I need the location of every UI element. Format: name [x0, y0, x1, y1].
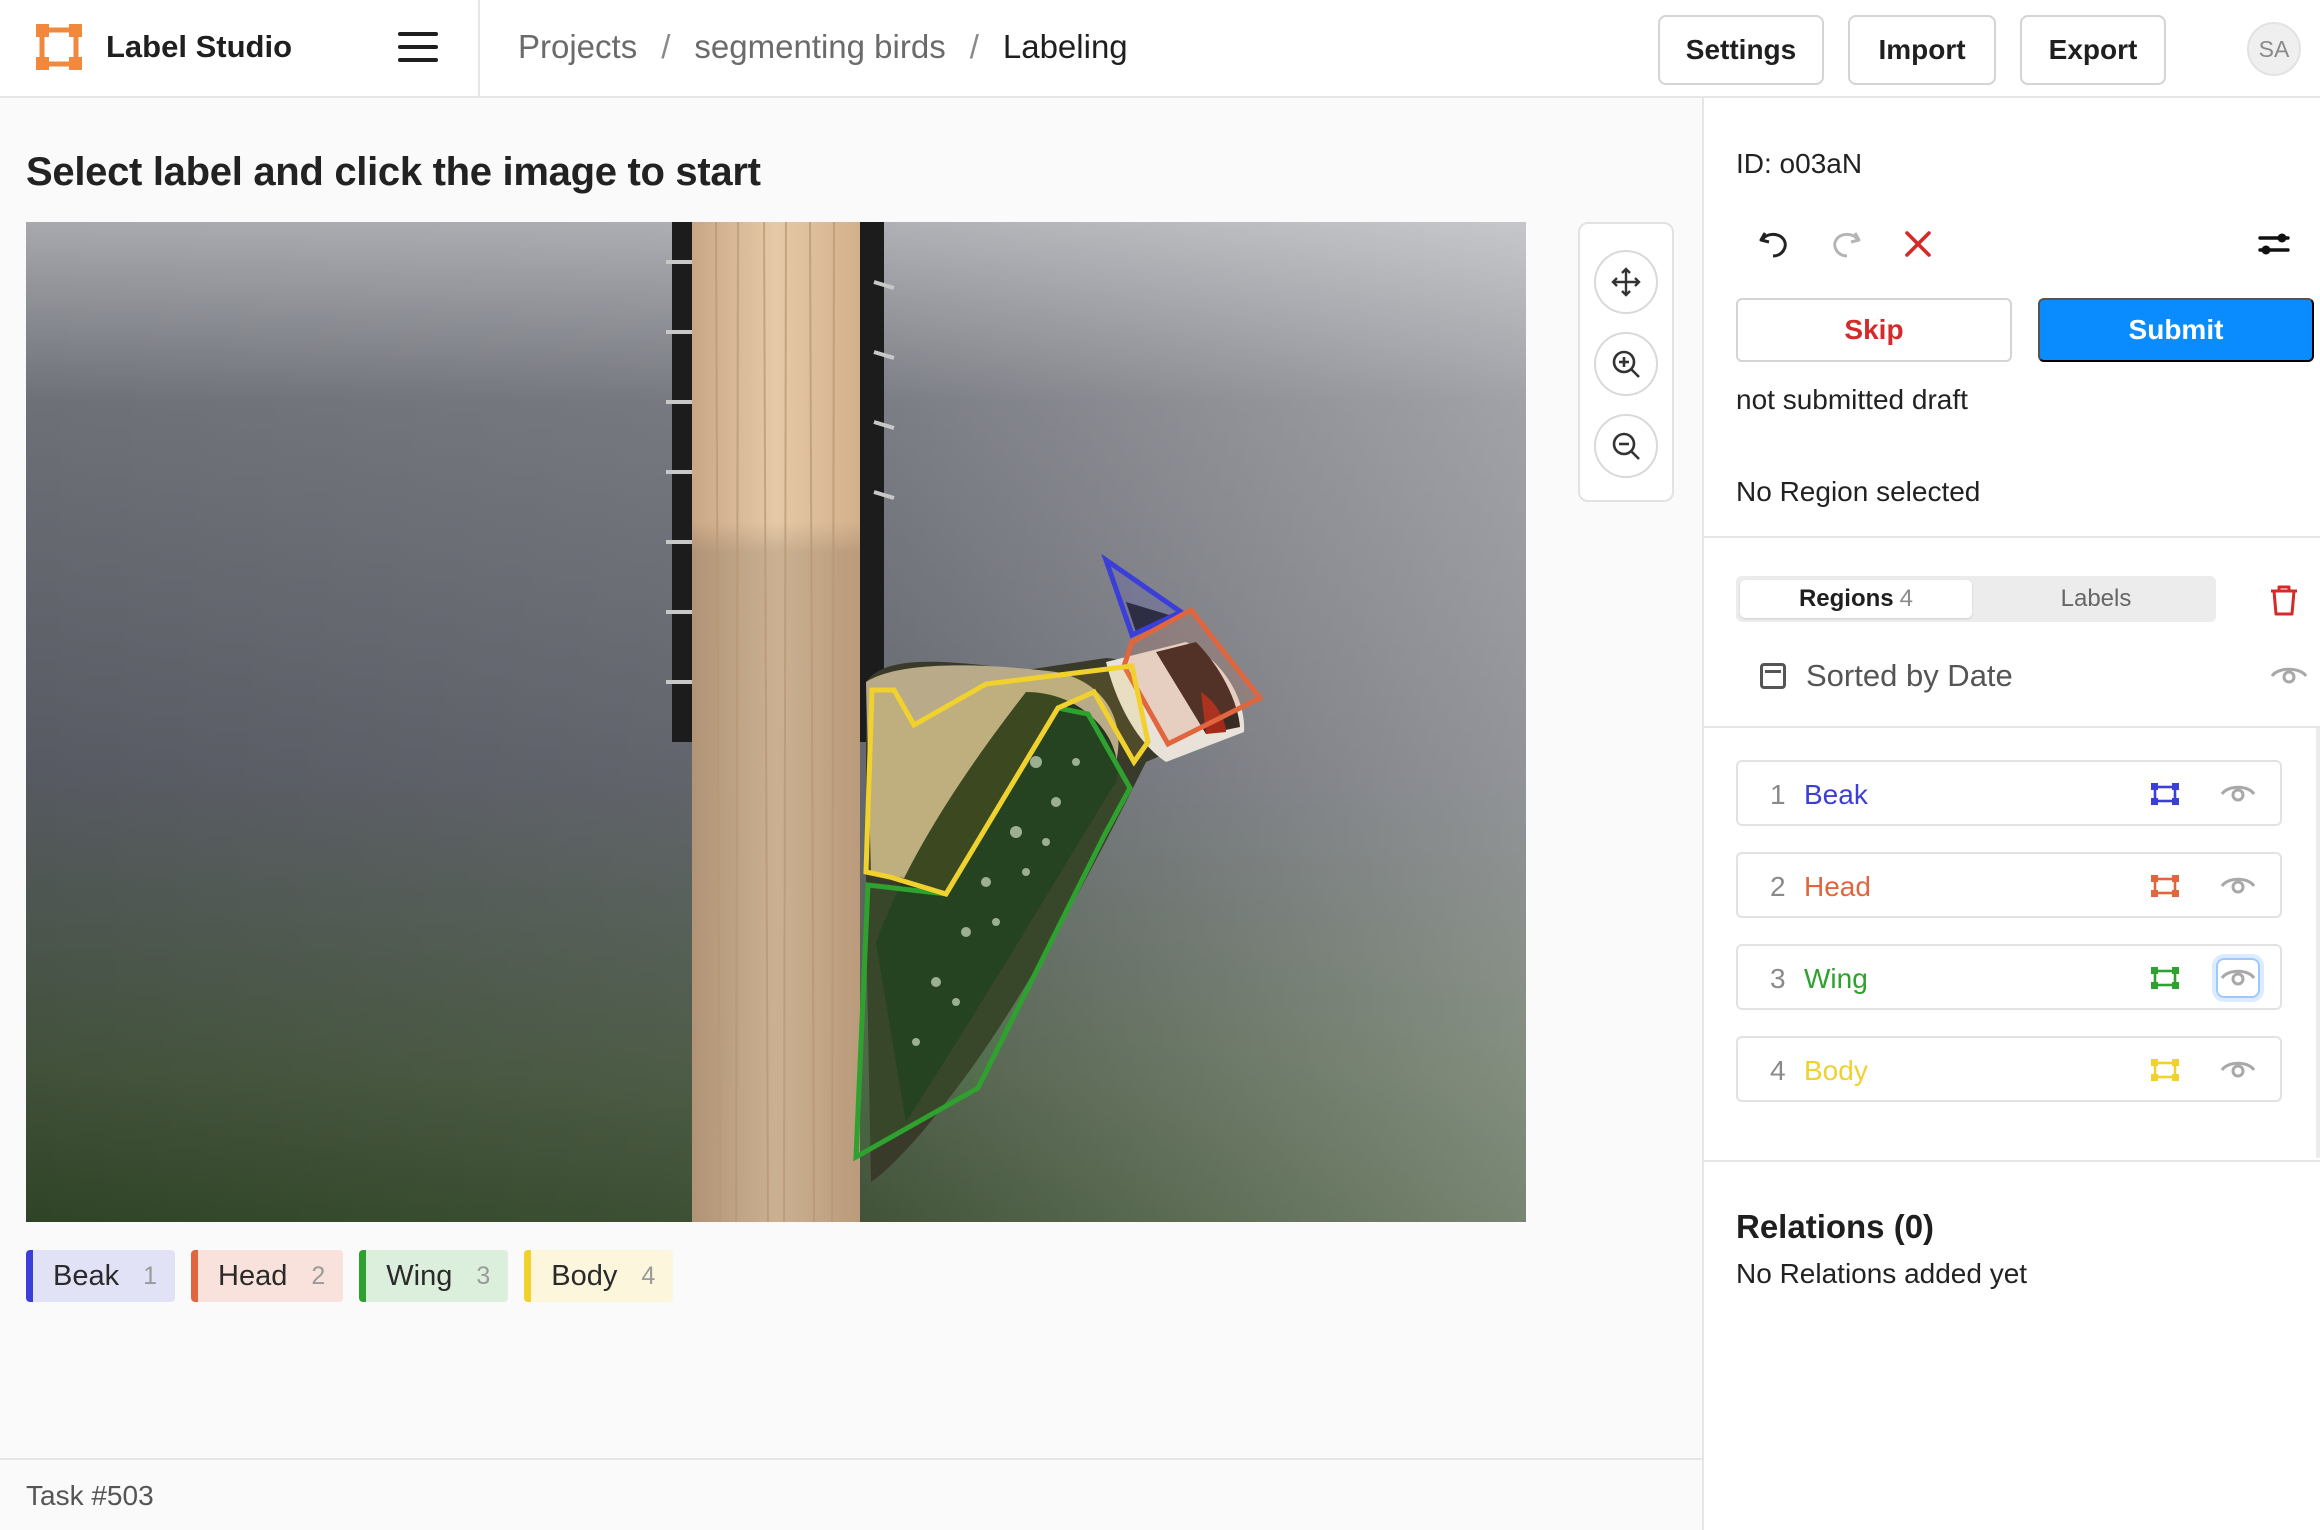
import-button[interactable]: Import	[1848, 15, 1996, 85]
polygon-shape-icon	[2150, 874, 2180, 903]
header-divider	[478, 0, 480, 98]
tab-regions-count: 4	[1899, 585, 1914, 612]
breadcrumb: Projects / segmenting birds / Labeling	[518, 28, 1128, 66]
relations-title: Relations (0)	[1736, 1208, 1935, 1245]
region-item-body[interactable]: 4 Body	[1736, 1036, 2282, 1102]
breadcrumb-separator: /	[661, 28, 671, 65]
redo-icon[interactable]	[1824, 222, 1868, 266]
move-tool-icon[interactable]	[1594, 250, 1658, 314]
region-item-beak[interactable]: 1 Beak	[1736, 760, 2282, 826]
task-footer: Task #503	[0, 1458, 1702, 1530]
delete-all-trash-icon[interactable]	[2266, 582, 2302, 618]
label-chip-name: Body	[551, 1259, 618, 1292]
label-chip-name: Head	[218, 1259, 288, 1292]
settings-button[interactable]: Settings	[1658, 15, 1824, 85]
region-label: Beak	[1804, 779, 1868, 810]
label-chip-hotkey: 3	[476, 1261, 491, 1290]
label-chip-name: Wing	[386, 1259, 453, 1292]
draft-status: not submitted draft	[1736, 384, 1968, 415]
instruction-text: Select label and click the image to star…	[26, 150, 761, 194]
labeling-area: Select label and click the image to star…	[0, 98, 1702, 1530]
region-number: 4	[1770, 1055, 1786, 1086]
task-id: Task #503	[26, 1480, 154, 1511]
outliner-tabs: Regions 4 Labels	[1736, 576, 2216, 622]
region-visibility-eye-icon[interactable]	[2216, 866, 2260, 906]
region-number: 3	[1770, 963, 1786, 994]
label-chip-beak[interactable]: Beak 1	[26, 1250, 176, 1302]
brand[interactable]: Label Studio	[36, 24, 292, 70]
region-visibility-eye-icon[interactable]	[2216, 958, 2260, 998]
polygon-shape-icon	[2150, 1058, 2180, 1087]
app-name: Label Studio	[106, 29, 292, 64]
breadcrumb-current: Labeling	[1002, 28, 1128, 65]
submit-button[interactable]: Submit	[2038, 298, 2314, 362]
sort-calendar-icon	[1760, 663, 1786, 689]
tab-labels-label: Labels	[2060, 585, 2132, 612]
toggle-all-visibility-eye-icon[interactable]	[2270, 664, 2308, 693]
label-chip-hotkey: 2	[311, 1261, 326, 1290]
region-selection-status: No Region selected	[1736, 476, 1981, 507]
tab-regions[interactable]: Regions 4	[1740, 580, 1972, 618]
reset-close-icon[interactable]	[1896, 222, 1940, 266]
region-number: 1	[1770, 779, 1786, 810]
region-label: Head	[1804, 871, 1871, 902]
annotation-sidebar: ID: o03aN Skip Submit not submitted draf…	[1702, 98, 2320, 1530]
label-chip-hotkey: 1	[143, 1261, 158, 1290]
export-button[interactable]: Export	[2020, 15, 2166, 85]
label-studio-logo-icon	[36, 24, 82, 70]
top-header: Label Studio Projects / segmenting birds…	[0, 0, 2320, 98]
label-chip-name: Beak	[53, 1259, 120, 1292]
image-canvas[interactable]	[26, 222, 1526, 1222]
region-number: 2	[1770, 871, 1786, 902]
region-visibility-eye-icon[interactable]	[2216, 1050, 2260, 1090]
divider	[1704, 536, 2320, 538]
breadcrumb-project[interactable]: segmenting birds	[694, 28, 945, 66]
undo-icon[interactable]	[1752, 222, 1796, 266]
label-chip-wing[interactable]: Wing 3	[359, 1250, 509, 1302]
label-picker: Beak 1 Head 2 Wing 3 Body 4	[26, 1250, 689, 1302]
region-label: Body	[1804, 1055, 1868, 1086]
divider	[1704, 1160, 2320, 1162]
bird-image[interactable]	[26, 222, 1526, 1222]
zoom-out-icon[interactable]	[1594, 414, 1658, 478]
tab-regions-label: Regions	[1798, 585, 1894, 612]
region-label: Wing	[1804, 963, 1868, 994]
label-chip-body[interactable]: Body 4	[524, 1250, 674, 1302]
region-item-head[interactable]: 2 Head	[1736, 852, 2282, 918]
polygon-shape-icon	[2150, 782, 2180, 811]
settings-sliders-icon[interactable]	[2252, 222, 2296, 266]
region-item-wing[interactable]: 3 Wing	[1736, 944, 2282, 1010]
annotation-id: ID: o03aN	[1736, 148, 1863, 179]
tab-labels[interactable]: Labels	[1980, 580, 2212, 618]
label-chip-hotkey: 4	[641, 1261, 656, 1290]
polygon-shape-icon	[2150, 966, 2180, 995]
breadcrumb-projects[interactable]: Projects	[518, 28, 637, 66]
zoom-in-icon[interactable]	[1594, 332, 1658, 396]
breadcrumb-separator: /	[969, 28, 979, 65]
avatar[interactable]: SA	[2247, 22, 2301, 76]
label-chip-head[interactable]: Head 2	[191, 1250, 344, 1302]
skip-button[interactable]: Skip	[1736, 298, 2012, 362]
regions-scrollbar[interactable]	[2316, 728, 2320, 1158]
hamburger-menu-icon[interactable]	[398, 32, 438, 64]
region-visibility-eye-icon[interactable]	[2216, 774, 2260, 814]
divider	[1704, 726, 2320, 728]
sort-label: Sorted by Date	[1806, 658, 2013, 693]
sort-control[interactable]: Sorted by Date	[1760, 658, 2013, 694]
relations-empty-text: No Relations added yet	[1736, 1258, 2028, 1289]
image-tools	[1578, 222, 1674, 502]
